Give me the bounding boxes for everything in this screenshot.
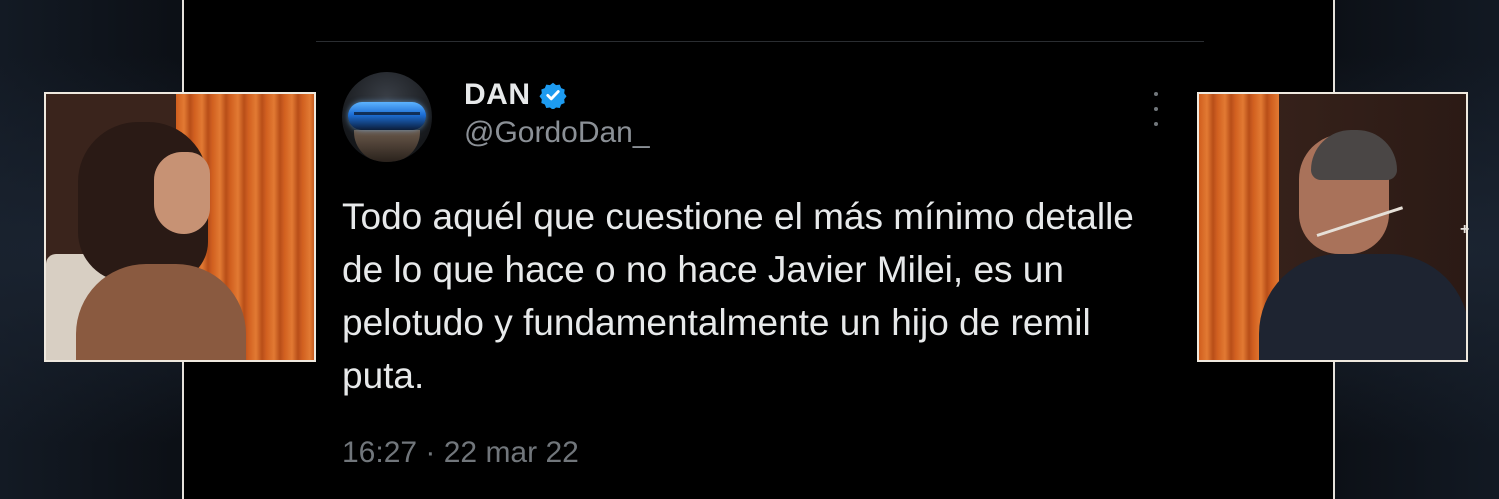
video-frame-man [1197,92,1468,362]
more-dot [1154,107,1158,111]
avatar-face [354,130,420,162]
handle[interactable]: @GordoDan_ [464,116,650,150]
avatar-visor-line [354,112,420,115]
more-dot [1154,92,1158,96]
author-row: DAN [464,78,567,112]
tweet-text: Todo aquél que cuestione el más mínimo d… [342,196,1134,396]
tweet-card: DAN @GordoDan_ Todo aquél que cuestione … [184,0,1333,499]
timestamp[interactable]: 16:27 · 22 mar 22 [342,436,579,470]
avatar-visor [348,102,426,130]
video-frame-woman [44,92,316,362]
display-name[interactable]: DAN [464,78,531,112]
verified-badge-icon [538,82,567,109]
plus-marker-icon: + [1460,221,1470,238]
divider [316,41,1204,42]
avatar[interactable] [342,72,432,162]
more-vertical-icon[interactable] [1146,92,1166,126]
man-body [1259,254,1466,360]
woman-face [154,152,210,234]
more-dot [1154,122,1158,126]
